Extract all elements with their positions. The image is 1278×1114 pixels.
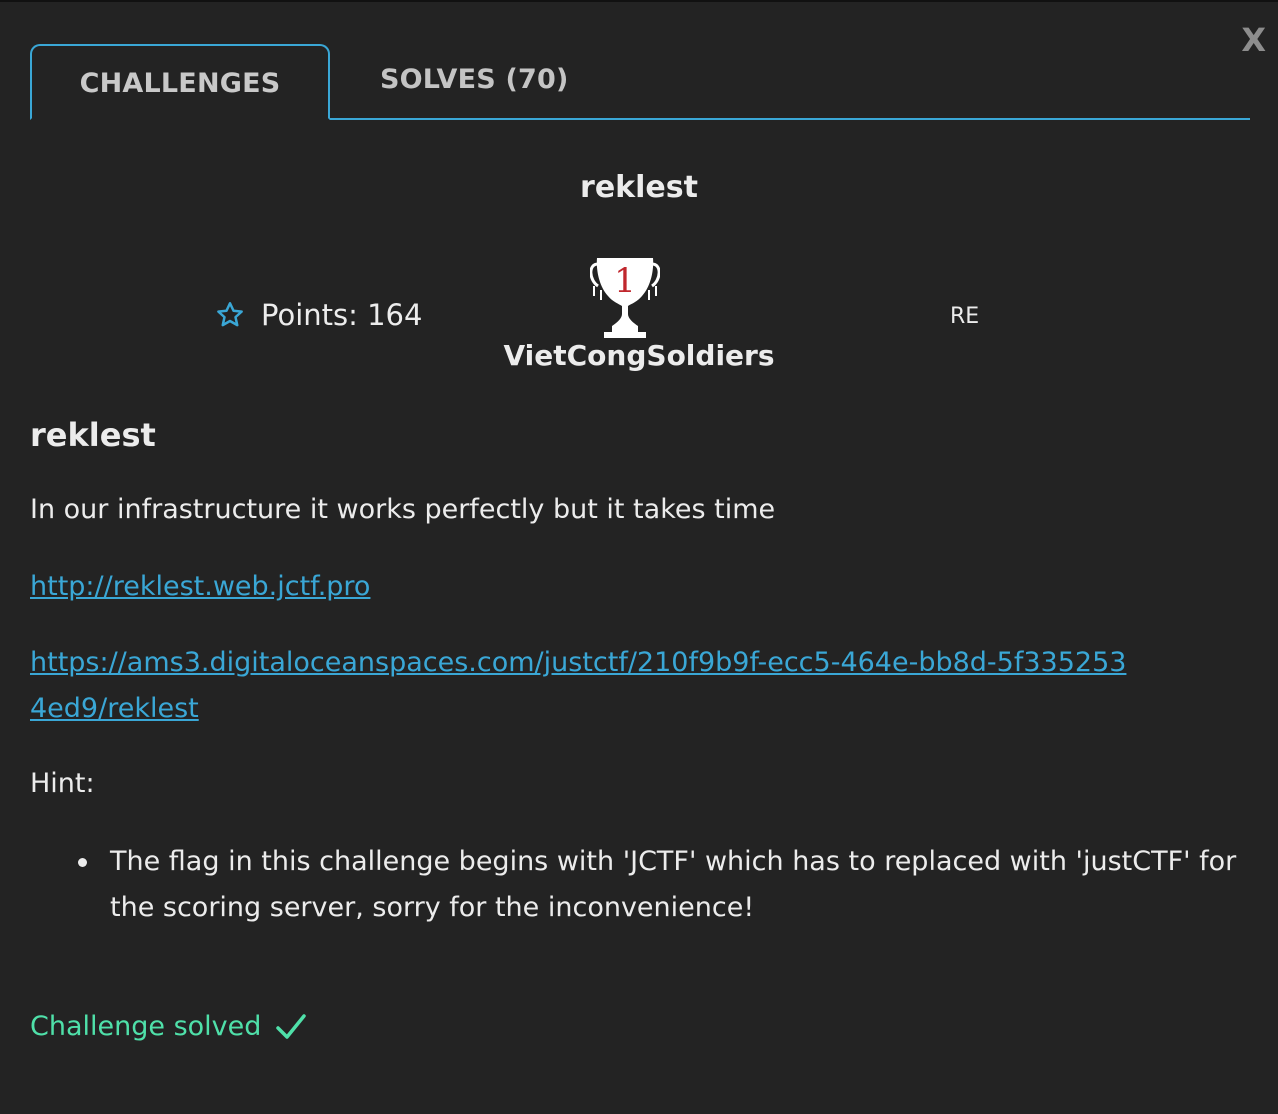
check-icon [276,1013,307,1039]
trophy-icon: 1 [590,258,660,338]
points-label: Points: 164 [261,298,423,332]
points-info: Points: 164 [215,298,422,332]
trophy-rank: 1 [614,261,636,301]
tab-solves-label: SOLVES (70) [380,64,569,95]
category-tag: RE [950,304,980,329]
hint-list: The flag in this challenge begins with '… [78,839,1250,931]
first-blood-team: VietCongSoldiers [503,339,775,372]
solved-label: Challenge solved [30,1011,262,1042]
description-text: In our infrastructure it works perfectly… [30,494,776,525]
star-icon [217,302,243,327]
modal-tabs: CHALLENGES SOLVES (70) [30,44,1250,120]
tab-challenges[interactable]: CHALLENGES [30,44,330,120]
tab-solves[interactable]: SOLVES (70) [380,44,569,120]
challenge-modal: X CHALLENGES SOLVES (70) reklest Points:… [0,0,1278,1114]
tab-challenges-label: CHALLENGES [79,68,281,99]
solved-status: Challenge solved [30,1011,307,1042]
hint-item: The flag in this challenge begins with '… [110,846,1237,923]
download-link[interactable]: https://ams3.digitaloceanspaces.com/just… [30,640,1130,732]
hint-label: Hint: [30,768,95,799]
challenge-title: reklest [580,170,698,205]
challenge-link[interactable]: http://reklest.web.jctf.pro [30,564,370,610]
bullet-icon [78,858,87,867]
description-heading: reklest [30,416,156,454]
